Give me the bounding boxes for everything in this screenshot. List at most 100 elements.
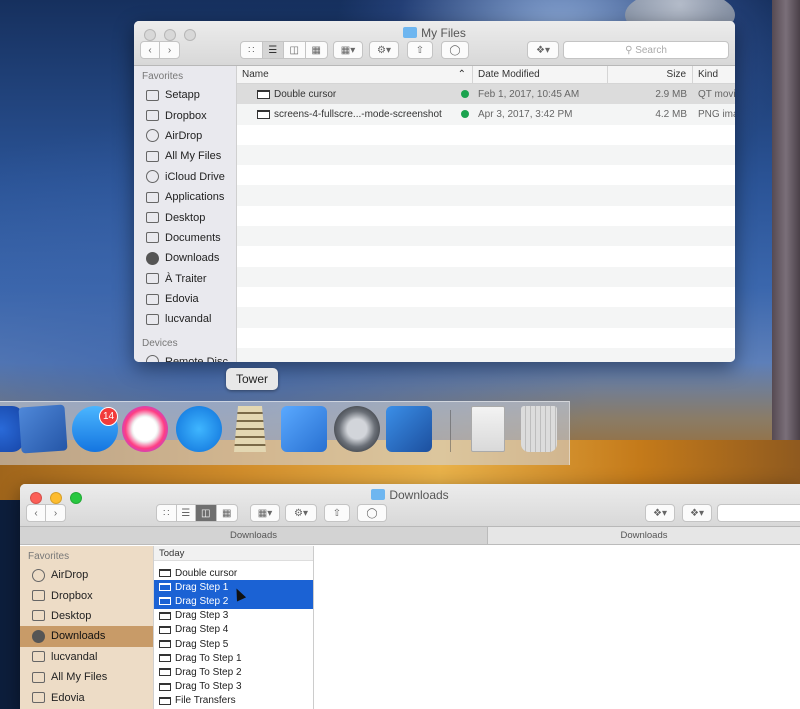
- sidebar-item-all-my-files[interactable]: All My Files: [134, 146, 236, 166]
- gallery-view-icon[interactable]: ▦: [217, 505, 237, 521]
- file-icon: [257, 109, 270, 119]
- action-button[interactable]: ⚙▾: [285, 504, 317, 522]
- sidebar-item--traiter[interactable]: À Traiter: [134, 269, 236, 289]
- sidebar-item-airdrop[interactable]: AirDrop: [134, 126, 236, 146]
- airdrop-icon: [32, 568, 45, 582]
- sidebar-item-label: lucvandal: [165, 313, 212, 326]
- list-item[interactable]: Drag Step 4: [154, 623, 313, 637]
- dropbox-folder-icon: [32, 590, 45, 602]
- window-title: My Files: [134, 26, 735, 40]
- file-icon: [159, 640, 171, 649]
- column-header-size[interactable]: Size: [608, 66, 693, 83]
- toolbar: Downloads ‹ › ∷ ☰ ◫ ▦ ▦▾ ⚙▾ ⇧ ◯ ❖▾ ❖▾: [20, 484, 800, 527]
- sidebar-item-icloud-drive[interactable]: iCloud Drive: [134, 167, 236, 187]
- sidebar-item-documents[interactable]: Documents: [134, 228, 236, 248]
- sidebar-item-airdrop[interactable]: AirDrop: [20, 565, 153, 585]
- file-list: Double cursor Feb 1, 2017, 10:45 AM 2.9 MB…: [237, 84, 735, 362]
- icon-view-icon[interactable]: ∷: [157, 505, 177, 521]
- itunes-icon[interactable]: [122, 406, 168, 452]
- sidebar-item-edovia[interactable]: Edovia: [134, 289, 236, 309]
- mail-icon[interactable]: [18, 404, 68, 454]
- trash-icon[interactable]: [521, 406, 557, 452]
- sidebar-item-applications[interactable]: Applications: [134, 187, 236, 207]
- finder-window-downloads: Downloads ‹ › ∷ ☰ ◫ ▦ ▦▾ ⚙▾ ⇧ ◯ ❖▾ ❖▾ Do…: [20, 484, 800, 709]
- sync-button[interactable]: ❖▾: [682, 504, 712, 522]
- view-switcher: ∷ ☰ ◫ ▦: [156, 504, 238, 522]
- column-view-icon[interactable]: ◫: [284, 42, 306, 58]
- downloads-icon: [146, 251, 159, 265]
- empty-row: [237, 266, 735, 287]
- table-row[interactable]: Double cursor Feb 1, 2017, 10:45 AM 2.9 MB…: [237, 84, 735, 105]
- list-item[interactable]: Drag To Step 3: [154, 680, 313, 694]
- sidebar-item-all-my-files[interactable]: All My Files: [20, 667, 153, 687]
- xcode-icon[interactable]: [281, 406, 327, 452]
- share-button[interactable]: ⇧: [324, 504, 350, 522]
- list-item[interactable]: Drag Step 2: [154, 594, 313, 609]
- dropbox-button[interactable]: ❖▾: [527, 41, 559, 59]
- file-name: screens-4-fullscre...-mode-screenshot: [274, 108, 442, 120]
- edit-tags-button[interactable]: ◯: [357, 504, 387, 522]
- cell-size: 4.2 MB: [608, 109, 693, 120]
- list-item[interactable]: Drag Step 3: [154, 609, 313, 623]
- list-item[interactable]: Drag To Step 2: [154, 665, 313, 679]
- sidebar-favorites-list: Setapp Dropbox AirDrop All My Files iCloud D…: [134, 85, 236, 330]
- column-header-date[interactable]: Date Modified: [473, 66, 608, 83]
- back-forward-buttons: ‹ ›: [140, 41, 180, 59]
- cell-name: Double cursor: [237, 89, 473, 100]
- sidebar-item-edovia[interactable]: Edovia: [20, 687, 153, 707]
- list-item[interactable]: Drag To Step 1: [154, 651, 313, 665]
- sidebar-item-lucvandal[interactable]: lucvandal: [20, 647, 153, 667]
- app-store-icon[interactable]: [176, 406, 222, 452]
- sidebar-item-dropbox[interactable]: Dropbox: [134, 105, 236, 125]
- column-header-kind[interactable]: Kind: [693, 66, 735, 83]
- disk-utility-icon[interactable]: [471, 406, 505, 452]
- search-field[interactable]: [717, 504, 800, 522]
- sidebar-item-lucvandal[interactable]: lucvandal: [134, 309, 236, 329]
- icon-view-icon[interactable]: ∷: [241, 42, 263, 58]
- gallery-view-icon[interactable]: ▦: [306, 42, 327, 58]
- cell-size: 2.9 MB: [608, 89, 693, 100]
- dock-separator: [450, 410, 451, 452]
- search-placeholder: Search: [635, 44, 667, 56]
- dock-tooltip: Tower: [226, 368, 279, 390]
- system-preferences-icon[interactable]: [334, 406, 380, 452]
- forward-icon[interactable]: ›: [160, 42, 179, 58]
- search-field[interactable]: ⚲ Search: [563, 41, 729, 59]
- forward-icon[interactable]: ›: [46, 505, 65, 521]
- sidebar-item-desktop[interactable]: Desktop: [20, 606, 153, 626]
- share-button[interactable]: ⇧: [407, 41, 433, 59]
- downloads-icon: [32, 629, 45, 643]
- edit-tags-button[interactable]: ◯: [441, 41, 469, 59]
- list-item[interactable]: File Transfers: [154, 694, 313, 708]
- cell-kind: QT movie: [693, 89, 735, 100]
- dropbox-button[interactable]: ❖▾: [645, 504, 675, 522]
- column-view-icon[interactable]: ◫: [196, 505, 217, 521]
- action-button[interactable]: ⚙▾: [369, 41, 399, 59]
- arrange-button[interactable]: ▦▾: [250, 504, 280, 522]
- sidebar-item-label: AirDrop: [51, 569, 89, 582]
- sidebar-item-label: Setapp: [165, 89, 200, 102]
- vmware-fusion-icon[interactable]: [386, 406, 432, 452]
- sidebar-item-dropbox[interactable]: Dropbox: [20, 585, 153, 605]
- sidebar-item-setapp[interactable]: Setapp: [134, 85, 236, 105]
- dropbox-icon: ❖▾: [536, 44, 550, 56]
- back-icon[interactable]: ‹: [141, 42, 161, 58]
- sidebar-item-label: Edovia: [51, 691, 85, 704]
- sidebar-item-desktop[interactable]: Desktop: [134, 207, 236, 227]
- list-item[interactable]: Double cursor: [154, 566, 313, 580]
- sidebar-item-downloads[interactable]: Downloads: [20, 626, 153, 647]
- path-tab[interactable]: Downloads: [488, 527, 800, 544]
- back-icon[interactable]: ‹: [27, 505, 47, 521]
- sidebar-item-remote-disc[interactable]: Remote Disc: [134, 352, 236, 362]
- list-item[interactable]: Drag Step 5: [154, 637, 313, 651]
- list-view-icon[interactable]: ☰: [177, 505, 197, 521]
- column-header-name[interactable]: Name ⌃: [237, 66, 473, 83]
- arrange-button[interactable]: ▦▾: [333, 41, 363, 59]
- sidebar-item-label: Desktop: [165, 211, 206, 224]
- desktop-icon: [32, 610, 45, 622]
- path-tab-label: Downloads: [620, 530, 668, 541]
- sidebar-item-downloads[interactable]: Downloads: [134, 248, 236, 268]
- table-row[interactable]: screens-4-fullscre...-mode-screenshot Apr…: [237, 104, 735, 125]
- path-tab[interactable]: Downloads: [20, 527, 488, 544]
- list-view-icon[interactable]: ☰: [262, 42, 284, 58]
